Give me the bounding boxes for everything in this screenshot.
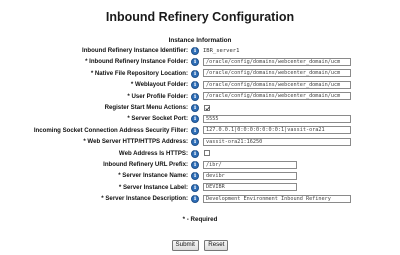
register-start-menu-actions-checkbox[interactable] — [204, 104, 210, 111]
info-icon[interactable]: i — [191, 195, 199, 204]
info-icon[interactable]: i — [191, 115, 199, 124]
info-icon[interactable]: i — [191, 104, 199, 112]
info-icon[interactable]: i — [191, 92, 199, 101]
field-row-incoming-socket-connection-address-security-filter: Incoming Socket Connection Address Secur… — [0, 126, 400, 136]
field-label: * Web Server HTTP/HTTPS Address: — [83, 138, 188, 146]
field-label: * Weblayout Folder: — [130, 81, 188, 89]
button-bar: Submit Reset — [0, 233, 400, 251]
info-icon[interactable]: i — [191, 126, 199, 135]
field-row-user-profile-folder: * User Profile Folder: i/oracle/config/do… — [0, 92, 400, 102]
field-label: * User Profile Folder: — [127, 92, 188, 100]
field-row-server-instance-description: * Server Instance Description: i Developme… — [0, 194, 400, 204]
field-label: Incoming Socket Connection Address Secur… — [33, 126, 188, 134]
info-icon[interactable]: i — [191, 47, 199, 55]
field-row-web-server-http-https-address: * Web Server HTTP/HTTPS Address: i vassit-… — [0, 137, 400, 147]
info-icon[interactable]: i — [191, 138, 199, 147]
field-value: IBR_server1 — [203, 48, 240, 54]
section-title: Instance Information — [168, 37, 232, 44]
field-row-server-instance-label: * Server Instance Label: i DEVIBR — [0, 183, 400, 193]
info-icon[interactable]: i — [191, 58, 199, 67]
inbound-refinery-instance-folder-input[interactable]: /oracle/config/domains/webcenter_domain/… — [203, 57, 351, 66]
field-label: Inbound Refinery Instance Identifier: — [82, 47, 188, 54]
inbound-refinery-url-prefix-input[interactable]: /ibr/ — [203, 160, 297, 169]
server-instance-label-input[interactable]: DEVIBR — [203, 183, 297, 192]
field-label: * Inbound Refinery Instance Folder: — [85, 58, 188, 66]
field-row-weblayout-folder: * Weblayout Folder: i/oracle/config/domai… — [0, 80, 400, 90]
info-icon[interactable]: i — [191, 81, 199, 90]
web-address-is-https-checkbox[interactable] — [204, 150, 210, 157]
field-row-server-instance-name: * Server Instance Name: i devibr — [0, 171, 400, 181]
info-icon[interactable]: i — [191, 69, 199, 78]
field-label: * Native File Repository Location: — [90, 69, 188, 77]
info-icon[interactable]: i — [191, 161, 199, 169]
field-label: * Server Socket Port: — [127, 115, 188, 123]
required-note: * - Required — [182, 216, 218, 223]
field-row-inbound-refinery-instance-identifier: Inbound Refinery Instance Identifier: i IB… — [0, 46, 400, 56]
field-label: * Server Instance Description: — [101, 195, 188, 203]
field-row-web-address-is-https: Web Address Is HTTPS: i — [0, 149, 400, 159]
field-label: Register Start Menu Actions: — [104, 104, 188, 111]
info-icon[interactable]: i — [191, 172, 199, 181]
server-instance-name-input[interactable]: devibr — [203, 171, 297, 180]
weblayout-folder-input[interactable]: /oracle/config/domains/webcenter_domain/… — [203, 80, 351, 89]
reset-button[interactable]: Reset — [204, 239, 229, 251]
checkmark-icon — [205, 106, 210, 111]
submit-button[interactable]: Submit — [171, 239, 199, 251]
field-row-native-file-repository-location: * Native File Repository Location: i/orac… — [0, 69, 400, 79]
page-title: Inbound Refinery Configuration — [105, 10, 295, 24]
user-profile-folder-input[interactable]: /oracle/config/domains/webcenter_domain/… — [203, 92, 351, 101]
info-icon[interactable]: i — [191, 183, 199, 192]
field-label: Inbound Refinery URL Prefix: — [103, 161, 188, 168]
info-icon[interactable]: i — [191, 149, 199, 158]
server-instance-description-input[interactable]: Development Environment Inbound Refinery — [203, 194, 351, 203]
field-row-inbound-refinery-url-prefix: Inbound Refinery URL Prefix: i/ibr/ — [0, 160, 400, 170]
web-server-http-https-address-input[interactable]: vassit-ora21:16250 — [203, 137, 351, 146]
server-socket-port-input[interactable]: 5555 — [203, 114, 351, 123]
field-label: Web Address Is HTTPS: — [118, 149, 188, 157]
incoming-socket-connection-address-security-filter-input[interactable]: 127.0.0.1|0:0:0:0:0:0:0:1|vassit-ora21 — [203, 126, 351, 135]
field-row-register-start-menu-actions: Register Start Menu Actions: i — [0, 103, 400, 113]
field-label: * Server Instance Label: — [118, 183, 188, 191]
field-label: * Server Instance Name: — [118, 172, 188, 180]
field-row-inbound-refinery-instance-folder: * Inbound Refinery Instance Folder: i/ora… — [0, 57, 400, 67]
field-row-server-socket-port: * Server Socket Port: i 5555 — [0, 114, 400, 124]
native-file-repository-location-input[interactable]: /oracle/config/domains/webcenter_domain/… — [203, 69, 351, 78]
